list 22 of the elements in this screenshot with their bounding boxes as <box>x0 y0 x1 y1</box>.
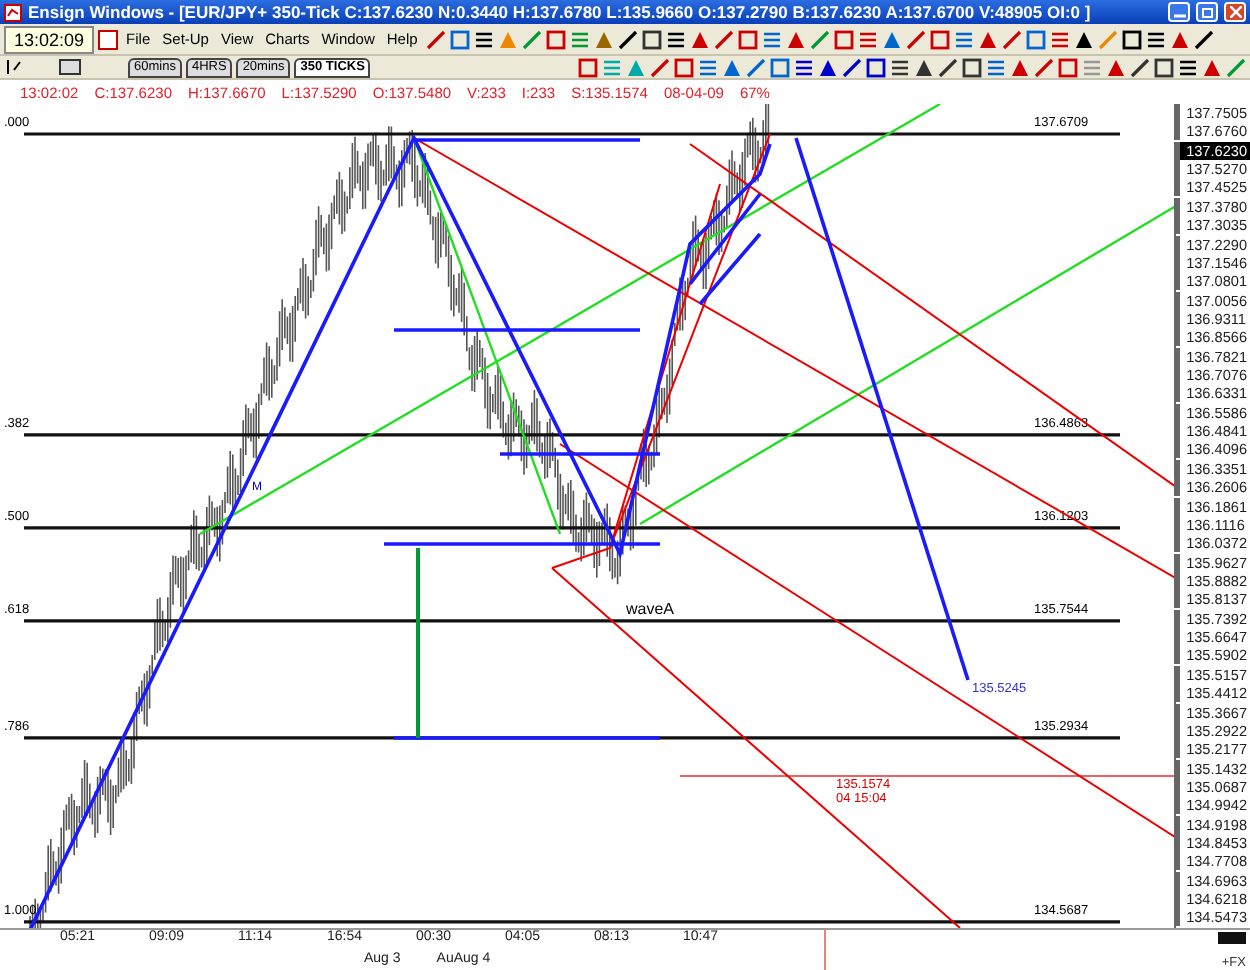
restore-icon <box>1201 6 1213 18</box>
wave-label: waveA <box>626 600 675 618</box>
app-icon <box>4 3 22 21</box>
minimize-button[interactable] <box>1168 2 1190 22</box>
tool-icon[interactable] <box>1121 29 1142 49</box>
clock: 13:02:09 <box>4 25 95 53</box>
zoom-slider-icon[interactable] <box>4 58 84 76</box>
tool-icon[interactable] <box>1145 29 1166 49</box>
tool-icon[interactable] <box>1178 57 1198 77</box>
restore-button[interactable] <box>1196 2 1218 22</box>
tool-icon[interactable] <box>794 57 814 77</box>
tool-icon[interactable] <box>665 29 686 49</box>
close-button[interactable] <box>1224 2 1246 22</box>
tool-icon[interactable] <box>1073 29 1094 49</box>
tool-icon[interactable] <box>473 29 494 49</box>
chart-icon[interactable] <box>98 29 119 49</box>
window-title: Ensign Windows - [EUR/JPY+ 350-Tick C:137.6230 N:0.3440 H:137.6780 L:135.9660 O:137.2790 B:137.6230 A:137.6700 V:48905 OI:0 ] <box>28 2 1093 22</box>
tool-icon[interactable] <box>890 57 910 77</box>
close-icon <box>1229 6 1241 18</box>
tool-icon[interactable] <box>1193 29 1214 49</box>
tool-icon[interactable] <box>641 29 662 49</box>
tool-icon[interactable] <box>617 29 638 49</box>
